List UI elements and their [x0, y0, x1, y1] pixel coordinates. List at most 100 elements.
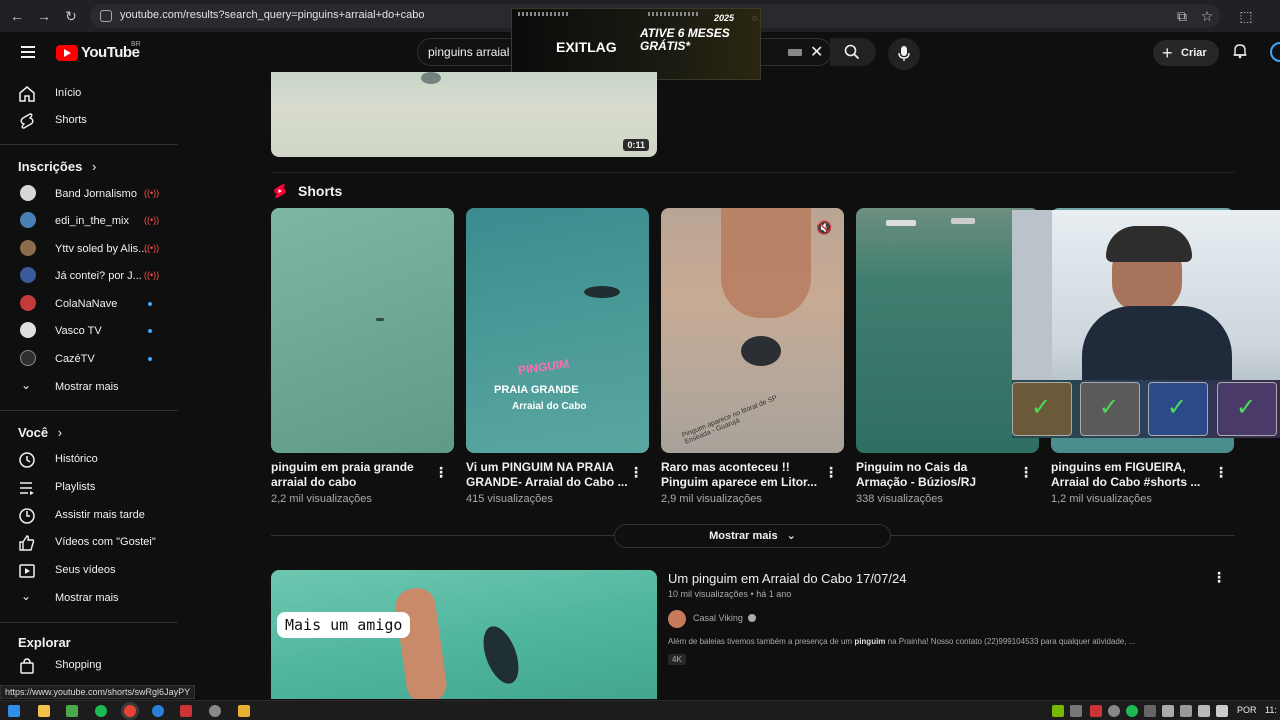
short-title[interactable]: pinguins em FIGUEIRA, Arraial do Cabo #s…	[1051, 460, 1216, 490]
chevron-right-icon: ›	[91, 159, 97, 174]
chrome-icon[interactable]	[124, 705, 136, 717]
network-icon[interactable]	[1198, 705, 1210, 717]
tray-icon[interactable]	[1090, 705, 1102, 717]
exitlag-ad-banner[interactable]: EXITLAG ATIVE 6 MESES GRÁTIS* 2025 ◌	[511, 8, 761, 80]
tray-icon[interactable]	[1070, 705, 1082, 717]
sidebar-item-inicio[interactable]: Início	[0, 79, 178, 107]
sidebar-show-more[interactable]: ⌄ Mostrar mais	[0, 373, 178, 401]
sidebar-subscription[interactable]: edi_in_the_mix ((•))	[0, 207, 178, 235]
more-actions-icon[interactable]: ⋮	[824, 465, 838, 479]
ad-close-icon[interactable]: ◌	[752, 13, 757, 23]
channel-avatar[interactable]	[668, 610, 686, 628]
video-description: Além de baleias tivemos também a presenç…	[668, 637, 1228, 646]
sidebar-item-your-videos[interactable]: Seus vídeos	[0, 556, 178, 584]
description-text: Além de baleias tivemos também a presenç…	[668, 637, 855, 646]
file-explorer-icon[interactable]	[38, 705, 50, 717]
keyboard-icon[interactable]	[788, 49, 802, 56]
achievement-tile: ✓	[1148, 382, 1208, 436]
chevron-right-icon: ›	[57, 425, 63, 440]
menu-icon[interactable]	[21, 43, 35, 61]
youtube-logo-icon[interactable]	[56, 45, 78, 61]
sidebar-show-more[interactable]: ⌄ Mostrar mais	[0, 584, 178, 612]
bookmark-star-icon[interactable]: ☆	[1198, 7, 1216, 25]
create-label: Criar	[1181, 47, 1207, 59]
short-title[interactable]: Pinguim no Cais da Armação - Búzios/RJ	[856, 460, 1021, 490]
spotify-icon[interactable]	[95, 705, 107, 717]
short-title[interactable]: Vi um PINGUIM NA PRAIA GRANDE- Arraial d…	[466, 460, 631, 490]
site-info-icon[interactable]	[100, 10, 112, 22]
sidebar-item-playlists[interactable]: Playlists	[0, 473, 178, 501]
sidebar-subscription[interactable]: Já contei? por J... ((•))	[0, 262, 178, 290]
nvidia-tray-icon[interactable]	[1052, 705, 1064, 717]
mute-icon[interactable]: 🔇	[816, 220, 832, 236]
app-icon[interactable]	[152, 705, 164, 717]
video-thumbnail[interactable]: Mais um amigo	[271, 570, 657, 699]
subscriptions-heading[interactable]: Inscrições ›	[18, 159, 96, 174]
sidebar-subscription[interactable]: Band Jornalismo ((•))	[0, 180, 178, 208]
app-icon[interactable]	[180, 705, 192, 717]
install-app-icon[interactable]: ⧉	[1173, 7, 1191, 25]
sidebar-item-historico[interactable]: Histórico	[0, 445, 178, 473]
short-thumbnail[interactable]	[271, 208, 454, 453]
more-actions-icon[interactable]: ⋮	[1214, 465, 1228, 479]
boat-shape	[951, 218, 975, 224]
sidebar-subscription[interactable]: Yttv soled by Alis... ((•))	[0, 235, 178, 263]
sidebar-item-watch-later[interactable]: Assistir mais tarde	[0, 501, 178, 529]
thumbnail-caption: Mais um amigo	[277, 612, 411, 638]
start-icon[interactable]	[8, 705, 20, 717]
short-title[interactable]: Raro mas aconteceu !! Pinguim aparece em…	[661, 460, 826, 490]
app-icon[interactable]	[238, 705, 250, 717]
sidebar-item-label: Histórico	[55, 453, 98, 465]
tray-icon[interactable]	[1144, 705, 1156, 717]
app-icon[interactable]	[66, 705, 78, 717]
volume-icon[interactable]	[1216, 705, 1228, 717]
clear-search-icon[interactable]: ✕	[810, 42, 823, 62]
sidebar-item-shorts[interactable]: Shorts	[0, 106, 178, 134]
notifications-bell-icon[interactable]	[1232, 43, 1248, 59]
tray-icon[interactable]	[1108, 705, 1120, 717]
extensions-icon[interactable]: ⬚	[1237, 7, 1255, 25]
forward-icon[interactable]: →	[35, 7, 53, 25]
video-thumbnail[interactable]: 0:11	[271, 72, 657, 157]
search-value[interactable]: pinguins arraial	[428, 45, 509, 59]
spotify-tray-icon[interactable]	[1126, 705, 1138, 717]
sidebar-item-shopping[interactable]: Shopping	[0, 651, 178, 679]
sidebar-subscription[interactable]: Vasco TV	[0, 317, 178, 345]
shorts-show-more-button[interactable]: Mostrar mais ⌄	[614, 524, 891, 548]
clock[interactable]: 11:	[1265, 705, 1277, 715]
sidebar-item-label: Início	[55, 87, 82, 99]
more-actions-icon[interactable]: ⋮	[434, 465, 448, 479]
thumbnail-detail	[421, 72, 441, 84]
url-text[interactable]: youtube.com/results?search_query=pinguin…	[120, 9, 425, 21]
short-thumbnail[interactable]: Pinguim aparece no litoral de SP Enseada…	[661, 208, 844, 453]
voice-search-button[interactable]	[888, 38, 920, 70]
channel-name-text: Casal Viking	[693, 613, 743, 623]
back-icon[interactable]: ←	[8, 7, 26, 25]
video-title[interactable]: Um pinguim em Arraial do Cabo 17/07/24	[668, 571, 906, 586]
battery-icon[interactable]	[1180, 705, 1192, 717]
new-content-dot	[148, 357, 152, 361]
more-actions-icon[interactable]: ⋮	[1212, 570, 1226, 584]
webcam-overlay: ✓ ✓ ✓ ✓	[1012, 210, 1280, 438]
app-icon[interactable]	[209, 705, 221, 717]
microphone-tray-icon[interactable]	[1162, 705, 1174, 717]
sidebar-divider	[0, 144, 178, 145]
sidebar-subscription[interactable]: CazéTV	[0, 345, 178, 373]
avatar	[20, 185, 36, 201]
subscription-label: Já contei? por J...	[55, 270, 142, 282]
search-button[interactable]	[830, 38, 876, 66]
short-thumbnail[interactable]: PINGUIM PRAIA GRANDE Arraial do Cabo	[466, 208, 649, 453]
language-indicator[interactable]: POR	[1237, 705, 1257, 715]
more-actions-icon[interactable]: ⋮	[629, 465, 643, 479]
account-avatar[interactable]	[1270, 42, 1280, 62]
you-heading[interactable]: Você ›	[18, 425, 62, 440]
create-button[interactable]: + Criar	[1153, 40, 1219, 66]
live-indicator-icon: ((•))	[144, 188, 160, 198]
short-title[interactable]: pinguim em praia grande arraial do cabo	[271, 460, 436, 490]
short-views: 2,9 mil visualizações	[661, 493, 762, 505]
reload-icon[interactable]: ↻	[62, 7, 80, 25]
sidebar-subscription[interactable]: ColaNaNave	[0, 290, 178, 318]
channel-name[interactable]: Casal Viking	[693, 613, 757, 623]
sidebar-item-liked-videos[interactable]: Vídeos com "Gostei"	[0, 528, 178, 556]
more-actions-icon[interactable]: ⋮	[1019, 465, 1033, 479]
